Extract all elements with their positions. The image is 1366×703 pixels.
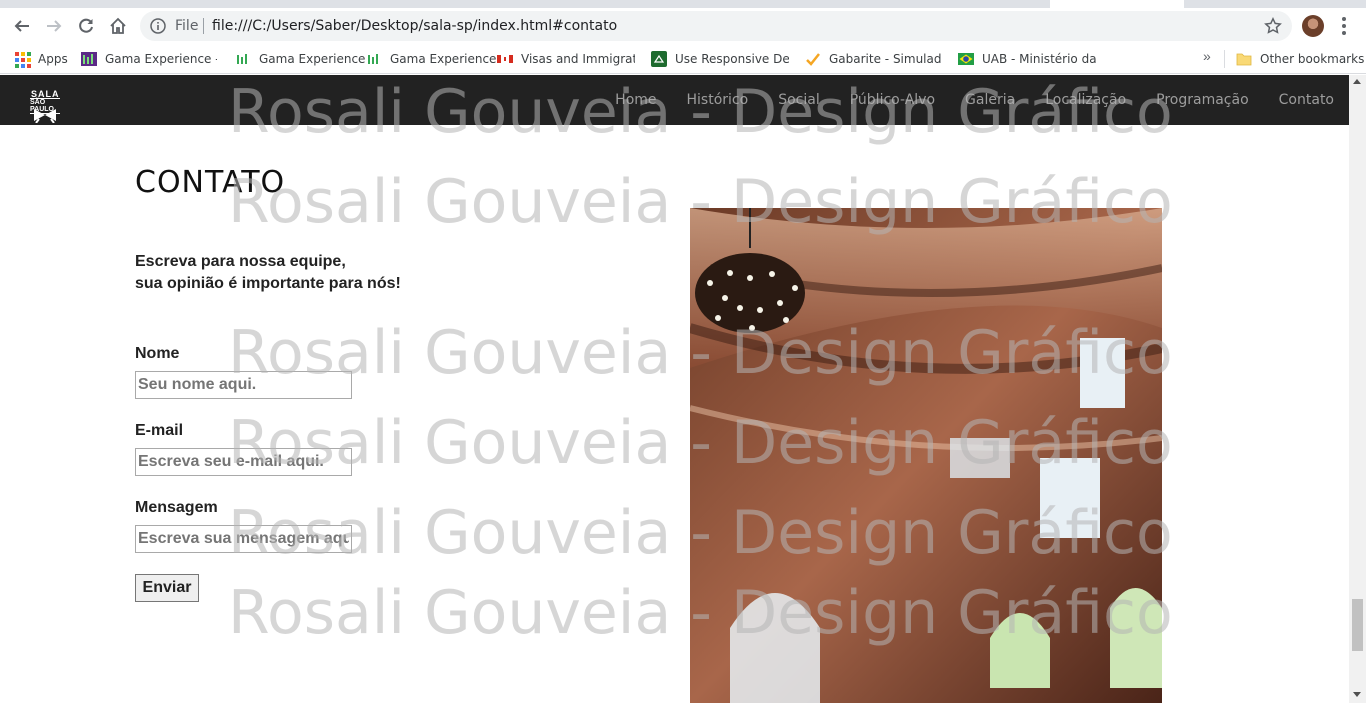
bookmark-star-icon[interactable] — [1264, 17, 1282, 35]
message-label: Mensagem — [135, 499, 218, 516]
nav-galeria[interactable]: Galeria — [965, 92, 1015, 108]
bookmark-label: Gama Experience - C — [105, 52, 217, 66]
name-field[interactable] — [135, 371, 352, 399]
email-field[interactable] — [135, 448, 352, 476]
bookmark-apps[interactable]: Apps — [14, 49, 68, 69]
bookmarks-divider — [1224, 50, 1225, 68]
scroll-up-icon[interactable] — [1353, 79, 1361, 84]
station-interior-photo — [690, 208, 1162, 703]
canada-flag-icon — [497, 55, 513, 63]
gama-icon — [81, 52, 97, 66]
active-tab-edge — [1050, 0, 1184, 8]
tab-strip — [0, 0, 1366, 8]
browser-toolbar: File file:///C:/Users/Saber/Desktop/sala… — [0, 8, 1366, 44]
bookmark-label: UAB - Ministério da E — [982, 52, 1096, 66]
reload-button[interactable] — [72, 12, 100, 40]
arrow-left-icon — [14, 20, 29, 32]
name-label: Nome — [135, 345, 180, 362]
bookmark-visas[interactable]: Visas and Immigratio — [497, 49, 635, 69]
bookmark-gama-3[interactable]: Gama Experience — [366, 49, 496, 69]
home-icon — [110, 17, 126, 34]
page-viewport: SALA SÃO PAULO Home Histórico Social Púb… — [0, 75, 1349, 703]
responsive-icon — [651, 51, 667, 67]
nav-contato[interactable]: Contato — [1279, 92, 1334, 108]
scheme-separator — [203, 18, 204, 34]
nav-programacao[interactable]: Programação — [1156, 92, 1249, 108]
submit-button[interactable]: Enviar — [135, 574, 199, 602]
profile-avatar[interactable] — [1302, 15, 1324, 37]
scroll-down-icon[interactable] — [1353, 692, 1361, 697]
address-bar[interactable]: File file:///C:/Users/Saber/Desktop/sala… — [140, 11, 1292, 41]
scroll-thumb[interactable] — [1352, 599, 1363, 651]
arrow-right-icon — [47, 20, 62, 32]
bookmark-gama-2[interactable]: Gama Experience — [235, 49, 365, 69]
site-navbar: SALA SÃO PAULO Home Histórico Social Púb… — [0, 75, 1349, 125]
email-label: E-mail — [135, 422, 184, 439]
back-button[interactable] — [8, 12, 36, 40]
brazil-flag-icon — [958, 53, 974, 65]
bookmark-responsive[interactable]: Use Responsive Desig — [651, 49, 789, 69]
ribbon-bow-icon — [34, 109, 56, 123]
nav-home[interactable]: Home — [615, 92, 656, 108]
bookmark-label: Gama Experience — [259, 52, 366, 66]
lead-line-1: Escreva para nossa equipe, — [135, 253, 346, 270]
bookmark-label: Apps — [38, 52, 68, 66]
bookmark-other[interactable]: Other bookmarks — [1236, 49, 1364, 69]
main-nav: Home Histórico Social Público-Alvo Galer… — [615, 75, 1334, 125]
bookmark-label: Gama Experience — [390, 52, 497, 66]
bookmark-label: Use Responsive Desig — [675, 52, 789, 66]
bookmark-label: Visas and Immigratio — [521, 52, 635, 66]
reload-icon — [79, 18, 93, 33]
lead-line-2: sua opinião é importante para nós! — [135, 275, 401, 292]
bookmark-uab[interactable]: UAB - Ministério da E — [958, 49, 1096, 69]
site-logo[interactable]: SALA SÃO PAULO — [30, 88, 60, 124]
folder-icon — [1236, 53, 1252, 66]
message-field[interactable] — [135, 525, 352, 553]
bookmarks-overflow-chevron[interactable]: » — [1203, 48, 1211, 64]
bookmark-label: Other bookmarks — [1260, 52, 1365, 66]
page-scrollbar[interactable] — [1349, 75, 1366, 703]
nav-localizacao[interactable]: Localização — [1045, 92, 1126, 108]
page-title: CONTATO — [135, 165, 286, 200]
info-icon[interactable] — [150, 18, 166, 34]
bookmarks-bar: Apps Gama Experience - C Gama Experience… — [0, 44, 1366, 74]
browser-menu-button[interactable] — [1334, 14, 1354, 38]
bookmark-gabarite[interactable]: Gabarite - Simulados — [805, 49, 941, 69]
url-text[interactable]: file:///C:/Users/Saber/Desktop/sala-sp/i… — [212, 18, 617, 34]
bookmark-gama-1[interactable]: Gama Experience - C — [81, 49, 217, 69]
apps-grid-icon — [14, 51, 31, 68]
contact-lead: Escreva para nossa equipe, sua opinião é… — [135, 251, 401, 295]
nav-publico-alvo[interactable]: Público-Alvo — [850, 92, 935, 108]
bookmark-label: Gabarite - Simulados — [829, 52, 941, 66]
forward-button[interactable] — [40, 12, 68, 40]
nav-historico[interactable]: Histórico — [687, 92, 749, 108]
gama-icon — [368, 54, 378, 64]
home-button[interactable] — [104, 12, 132, 40]
checkmark-icon — [806, 53, 820, 66]
scheme-label: File — [175, 18, 199, 34]
gama-icon — [237, 54, 247, 64]
nav-social[interactable]: Social — [778, 92, 820, 108]
